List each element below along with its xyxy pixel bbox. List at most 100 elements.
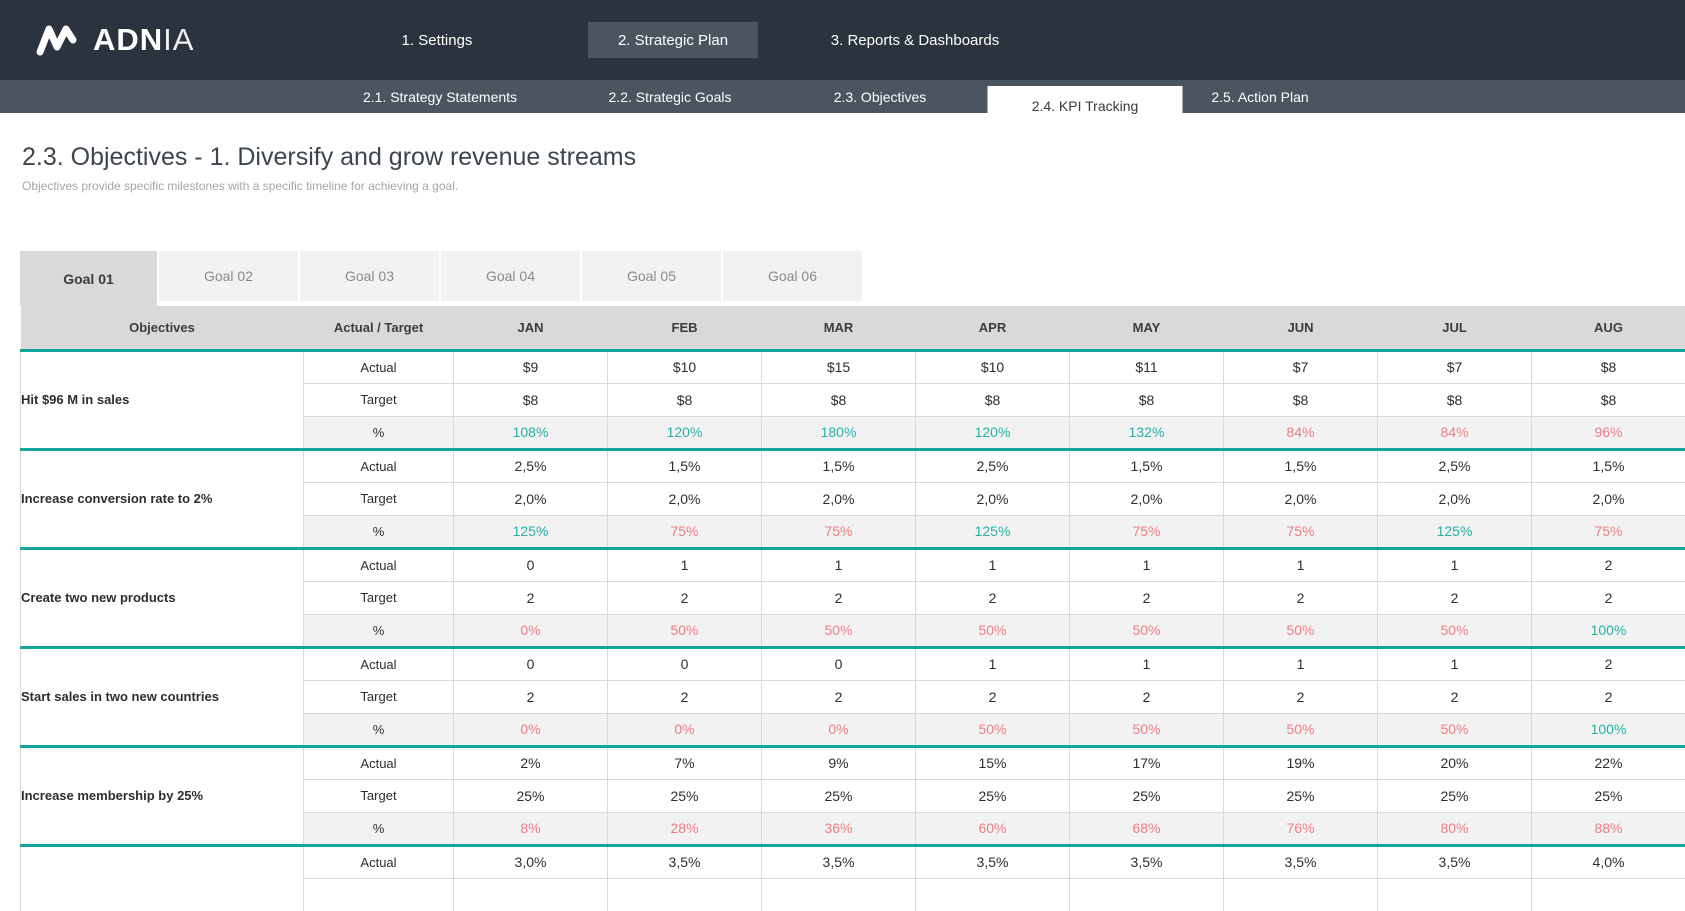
- target-cell[interactable]: $8: [916, 383, 1070, 416]
- percent-cell[interactable]: 0%: [454, 614, 608, 647]
- target-cell[interactable]: 2,0%: [1224, 482, 1378, 515]
- actual-cell[interactable]: 7%: [608, 746, 762, 779]
- target-cell[interactable]: $8: [454, 383, 608, 416]
- target-cell[interactable]: 25%: [762, 779, 916, 812]
- goal-tab-01[interactable]: Goal 01: [20, 251, 157, 306]
- target-cell[interactable]: 25%: [1224, 779, 1378, 812]
- tab-kpi-tracking[interactable]: 2.4. KPI Tracking: [988, 86, 1183, 125]
- target-cell[interactable]: 25%: [1070, 779, 1224, 812]
- actual-cell[interactable]: 3,0%: [454, 845, 608, 878]
- actual-cell[interactable]: 1: [1070, 548, 1224, 581]
- objective-name[interactable]: Increase conversion rate to 2%: [21, 449, 304, 548]
- tab-action-plan[interactable]: 2.5. Action Plan: [1211, 80, 1308, 113]
- percent-cell[interactable]: 84%: [1224, 416, 1378, 449]
- actual-cell[interactable]: 9%: [762, 746, 916, 779]
- actual-cell[interactable]: 2: [1532, 647, 1685, 680]
- target-cell[interactable]: 2: [762, 680, 916, 713]
- target-cell[interactable]: $8: [1532, 383, 1685, 416]
- percent-cell[interactable]: 75%: [1532, 515, 1685, 548]
- actual-cell[interactable]: $7: [1378, 350, 1532, 383]
- tab-settings[interactable]: 1. Settings: [402, 0, 473, 80]
- actual-cell[interactable]: $15: [762, 350, 916, 383]
- target-cell[interactable]: 25%: [1532, 779, 1685, 812]
- percent-cell[interactable]: 50%: [1070, 614, 1224, 647]
- percent-cell[interactable]: 36%: [762, 812, 916, 845]
- actual-cell[interactable]: 2,5%: [916, 449, 1070, 482]
- actual-cell[interactable]: 1: [916, 647, 1070, 680]
- actual-cell[interactable]: 3,5%: [1378, 845, 1532, 878]
- target-cell[interactable]: 2: [916, 680, 1070, 713]
- actual-cell[interactable]: 0: [454, 548, 608, 581]
- actual-cell[interactable]: 1,5%: [1224, 449, 1378, 482]
- actual-cell[interactable]: 3,5%: [1070, 845, 1224, 878]
- target-cell[interactable]: 2: [762, 581, 916, 614]
- percent-cell[interactable]: 68%: [1070, 812, 1224, 845]
- percent-cell[interactable]: 84%: [1378, 416, 1532, 449]
- percent-cell[interactable]: 0%: [762, 713, 916, 746]
- actual-cell[interactable]: 2,5%: [1378, 449, 1532, 482]
- actual-cell[interactable]: 1: [1070, 647, 1224, 680]
- target-cell[interactable]: $8: [762, 383, 916, 416]
- target-cell[interactable]: 2,0%: [454, 482, 608, 515]
- tab-strategic-plan[interactable]: 2. Strategic Plan: [588, 22, 758, 58]
- actual-cell[interactable]: 19%: [1224, 746, 1378, 779]
- percent-cell[interactable]: 0%: [454, 713, 608, 746]
- target-cell[interactable]: 2: [608, 680, 762, 713]
- actual-cell[interactable]: 1,5%: [1532, 449, 1685, 482]
- actual-cell[interactable]: 2,5%: [454, 449, 608, 482]
- percent-cell[interactable]: 125%: [454, 515, 608, 548]
- target-cell[interactable]: 2: [1224, 581, 1378, 614]
- actual-cell[interactable]: 3,5%: [1224, 845, 1378, 878]
- actual-cell[interactable]: 20%: [1378, 746, 1532, 779]
- percent-cell[interactable]: 60%: [916, 812, 1070, 845]
- percent-cell[interactable]: 50%: [1378, 614, 1532, 647]
- target-cell[interactable]: $8: [1224, 383, 1378, 416]
- percent-cell[interactable]: 50%: [762, 614, 916, 647]
- actual-cell[interactable]: 22%: [1532, 746, 1685, 779]
- tab-strategy-statements[interactable]: 2.1. Strategy Statements: [363, 80, 517, 113]
- target-cell[interactable]: 25%: [1378, 779, 1532, 812]
- percent-cell[interactable]: 100%: [1532, 614, 1685, 647]
- actual-cell[interactable]: 3,5%: [762, 845, 916, 878]
- percent-cell[interactable]: 28%: [608, 812, 762, 845]
- percent-cell[interactable]: 50%: [1224, 713, 1378, 746]
- percent-cell[interactable]: 50%: [916, 614, 1070, 647]
- actual-cell[interactable]: 17%: [1070, 746, 1224, 779]
- actual-cell[interactable]: $8: [1532, 350, 1685, 383]
- target-cell[interactable]: 2,0%: [1532, 482, 1685, 515]
- percent-cell[interactable]: 120%: [916, 416, 1070, 449]
- target-cell[interactable]: 2: [1378, 581, 1532, 614]
- goal-tab-05[interactable]: Goal 05: [582, 251, 721, 301]
- objective-name[interactable]: Hit $96 M in sales: [21, 350, 304, 449]
- objective-name[interactable]: Start sales in two new countries: [21, 647, 304, 746]
- percent-cell[interactable]: 75%: [762, 515, 916, 548]
- actual-cell[interactable]: 2%: [454, 746, 608, 779]
- actual-cell[interactable]: $10: [916, 350, 1070, 383]
- target-cell[interactable]: 2,0%: [916, 482, 1070, 515]
- target-cell[interactable]: 2: [1532, 680, 1685, 713]
- percent-cell[interactable]: 75%: [608, 515, 762, 548]
- actual-cell[interactable]: 1: [1224, 548, 1378, 581]
- target-cell[interactable]: 25%: [454, 779, 608, 812]
- actual-cell[interactable]: 1,5%: [1070, 449, 1224, 482]
- target-cell[interactable]: 2,0%: [1070, 482, 1224, 515]
- percent-cell[interactable]: 50%: [1224, 614, 1378, 647]
- actual-cell[interactable]: $7: [1224, 350, 1378, 383]
- actual-cell[interactable]: 4,0%: [1532, 845, 1685, 878]
- percent-cell[interactable]: 50%: [1070, 713, 1224, 746]
- percent-cell[interactable]: 132%: [1070, 416, 1224, 449]
- percent-cell[interactable]: 8%: [454, 812, 608, 845]
- target-cell[interactable]: 2,0%: [1378, 482, 1532, 515]
- goal-tab-03[interactable]: Goal 03: [300, 251, 439, 301]
- tab-objectives[interactable]: 2.3. Objectives: [834, 80, 927, 113]
- actual-cell[interactable]: 1: [1378, 548, 1532, 581]
- percent-cell[interactable]: 88%: [1532, 812, 1685, 845]
- target-cell[interactable]: 25%: [608, 779, 762, 812]
- actual-cell[interactable]: 0: [454, 647, 608, 680]
- percent-cell[interactable]: 0%: [608, 713, 762, 746]
- percent-cell[interactable]: 96%: [1532, 416, 1685, 449]
- target-cell[interactable]: 25%: [916, 779, 1070, 812]
- target-cell[interactable]: $8: [608, 383, 762, 416]
- tab-strategic-goals[interactable]: 2.2. Strategic Goals: [609, 80, 732, 113]
- actual-cell[interactable]: $10: [608, 350, 762, 383]
